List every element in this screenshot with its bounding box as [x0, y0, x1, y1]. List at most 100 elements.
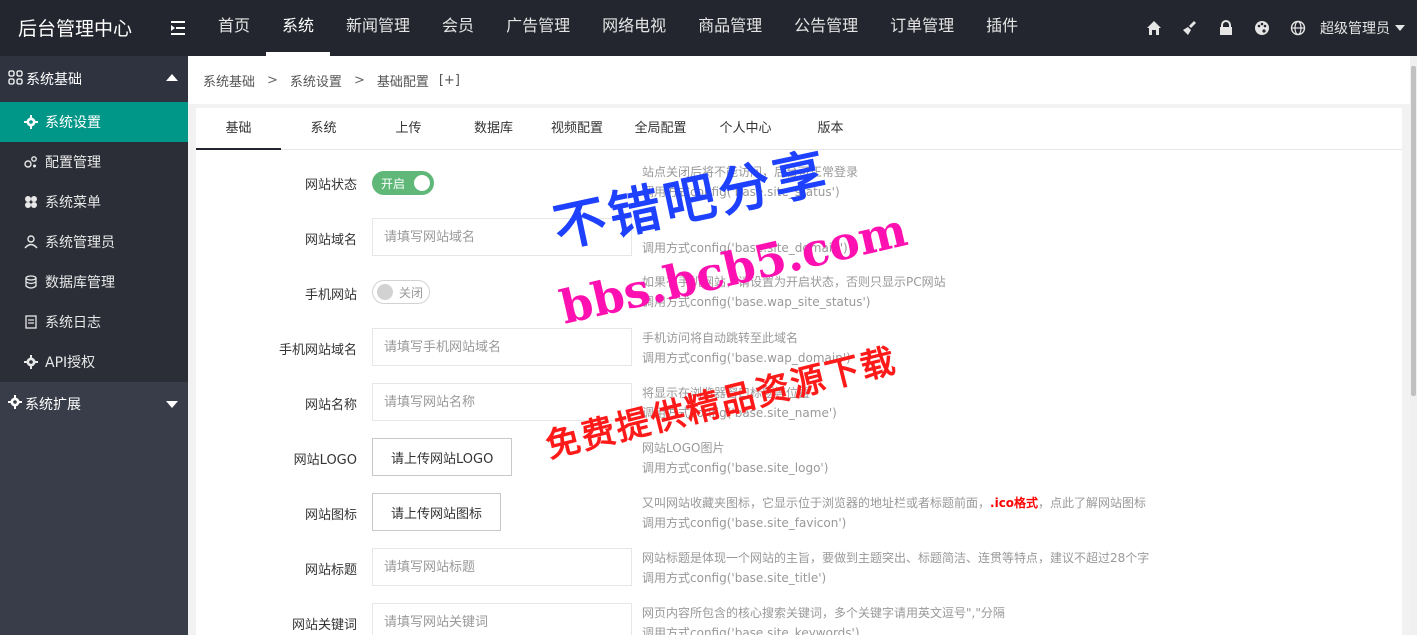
- form-row-site-title: 网站标题 网站标题是体现一个网站的主旨，要做到主题突出、标题简洁、连贯等特点，建…: [196, 548, 1402, 588]
- nav-item-tv[interactable]: 网络电视: [586, 0, 682, 56]
- sidebar-item-label: 系统菜单: [45, 195, 101, 211]
- scrollbar-thumb[interactable]: [1411, 66, 1416, 396]
- ico-format-highlight: .ico格式: [990, 496, 1039, 510]
- help-code: 调用方式config('base.site_title'): [642, 571, 827, 585]
- sidebar-item-label: 系统日志: [45, 315, 101, 331]
- nav-item-products[interactable]: 商品管理: [682, 0, 778, 56]
- nav-item-news[interactable]: 新闻管理: [330, 0, 426, 56]
- menu-icon: [24, 195, 38, 209]
- breadcrumb-item[interactable]: 系统设置: [290, 71, 342, 90]
- brand-title: 后台管理中心: [18, 18, 133, 40]
- wap-site-switch[interactable]: 关闭: [372, 280, 430, 304]
- sidebar-item-system-settings[interactable]: 系统设置: [0, 102, 188, 142]
- help-code: 调用方式config('base.wap_site_status'): [642, 295, 871, 309]
- breadcrumb-item[interactable]: 系统基础: [203, 71, 255, 90]
- lock-icon[interactable]: [1208, 10, 1244, 46]
- nav-item-ads[interactable]: 广告管理: [490, 0, 586, 56]
- scrollbar[interactable]: [1410, 56, 1417, 635]
- top-bar: 后台管理中心 首页 系统 新闻管理 会员 广告管理 网络电视 商品管理 公告管理…: [0, 0, 1417, 56]
- switch-text: 开启: [381, 176, 406, 191]
- nav-item-plugins[interactable]: 插件: [970, 0, 1034, 56]
- sidebar-item-menu[interactable]: 系统菜单: [0, 182, 188, 222]
- admin-menu[interactable]: 超级管理员: [1320, 18, 1405, 38]
- grid-icon: [8, 69, 23, 89]
- tab-basic[interactable]: 基础: [196, 108, 281, 150]
- sidebar-group-system-ext[interactable]: 系统扩展: [0, 382, 188, 426]
- sidebar-item-admins[interactable]: 系统管理员: [0, 222, 188, 262]
- upload-favicon-button[interactable]: 请上传网站图标: [372, 493, 502, 531]
- broom-icon[interactable]: [1172, 10, 1208, 46]
- form-row-site-logo: 网站LOGO 请上传网站LOGO 网站LOGO图片 调用方式config('ba…: [196, 438, 1402, 478]
- settings-tabs: 基础 系统 上传 数据库 视频配置 全局配置 个人中心 版本: [196, 108, 1402, 150]
- api-gear-icon: [24, 355, 38, 369]
- breadcrumb-separator: >: [267, 72, 278, 88]
- field-label: 手机网站域名: [278, 343, 357, 358]
- nav-item-orders[interactable]: 订单管理: [874, 0, 970, 56]
- help-code: 调用方式config('base.site_keywords'): [642, 626, 860, 635]
- field-label: 网站标题: [304, 563, 357, 578]
- sidebar-item-api[interactable]: API授权: [0, 342, 188, 382]
- gear-icon: [8, 395, 22, 413]
- chevron-down-icon: [1395, 25, 1405, 31]
- tab-global[interactable]: 全局配置: [618, 108, 703, 150]
- form-row-site-keywords: 网站关键词 网页内容所包含的核心搜索关键词，多个关键字请用英文逗号","分隔 调…: [196, 603, 1402, 635]
- sidebar-group-label: 系统基础: [26, 72, 82, 88]
- breadcrumb-separator: >: [353, 72, 365, 88]
- nav-item-notices[interactable]: 公告管理: [778, 0, 874, 56]
- globe-icon[interactable]: [1280, 10, 1316, 46]
- favicon-help-link[interactable]: ，点此了解网站图标: [1038, 496, 1146, 510]
- field-label: 网站域名: [304, 233, 357, 248]
- site-name-input[interactable]: [372, 383, 632, 421]
- gear-icon: [24, 115, 38, 129]
- form-row-site-domain: 网站域名 调用方式config('base.site_domain'): [196, 218, 1402, 258]
- sidebar-item-config[interactable]: 配置管理: [0, 142, 188, 182]
- help-code: 调用方式config('base.site_domain'): [642, 241, 848, 255]
- site-keywords-input[interactable]: [372, 603, 632, 635]
- help-text: 又叫网站收藏夹图标，它显示位于浏览器的地址栏或者标题前面，.ico格式，点此了解…: [642, 493, 1146, 513]
- database-icon: [24, 275, 38, 289]
- help-code: 调用方式config('base.wap_domain'): [642, 351, 851, 365]
- site-status-switch[interactable]: 开启: [372, 171, 434, 195]
- form-row-site-name: 网站名称 将显示在浏览器窗口标题等位置 调用方式config('base.sit…: [196, 383, 1402, 423]
- form-row-wap-domain: 手机网站域名 手机访问将自动跳转至此域名 调用方式config('base.wa…: [196, 328, 1402, 368]
- breadcrumb: 系统基础 > 系统设置 > 基础配置 [+]: [188, 56, 1410, 104]
- site-domain-input[interactable]: [372, 218, 632, 256]
- field-label: 网站LOGO: [293, 453, 357, 468]
- breadcrumb-item[interactable]: 基础配置: [377, 71, 429, 90]
- tab-upload[interactable]: 上传: [366, 108, 451, 150]
- help-text-part: 又叫网站收藏夹图标，它显示位于浏览器的地址栏或者标题前面，: [642, 496, 991, 510]
- wap-domain-input[interactable]: [372, 328, 632, 366]
- help-text: 网页内容所包含的核心搜索关键词，多个关键字请用英文逗号","分隔: [642, 606, 1005, 620]
- sidebar-item-logs[interactable]: 系统日志: [0, 302, 188, 342]
- tab-database[interactable]: 数据库: [451, 108, 536, 150]
- home-icon[interactable]: [1136, 10, 1172, 46]
- switch-text: 关闭: [399, 285, 424, 300]
- tab-video[interactable]: 视频配置: [536, 108, 618, 150]
- nav-item-members[interactable]: 会员: [426, 0, 490, 56]
- tab-personal[interactable]: 个人中心: [703, 108, 788, 150]
- collapse-menu-icon[interactable]: [166, 16, 190, 40]
- help-code: 调用方式config('base.site_name'): [642, 406, 837, 420]
- help-code: 调用方式config('base.site_favicon'): [642, 516, 847, 530]
- field-label: 网站状态: [304, 178, 357, 193]
- tab-system[interactable]: 系统: [281, 108, 366, 150]
- sidebar-item-label: 配置管理: [45, 155, 101, 171]
- upload-logo-button[interactable]: 请上传网站LOGO: [372, 438, 513, 476]
- help-text: 手机访问将自动跳转至此域名: [642, 331, 799, 345]
- switch-knob: [414, 175, 430, 191]
- sidebar-group-system-basic[interactable]: 系统基础: [0, 56, 188, 102]
- switch-knob: [377, 284, 393, 300]
- breadcrumb-add[interactable]: [+]: [439, 73, 460, 88]
- chevron-up-icon: [166, 74, 178, 81]
- sidebar-item-database[interactable]: 数据库管理: [0, 262, 188, 302]
- nav-item-system[interactable]: 系统: [266, 0, 331, 56]
- palette-icon[interactable]: [1244, 10, 1280, 46]
- field-label: 网站图标: [304, 508, 357, 523]
- site-title-input[interactable]: [372, 548, 632, 586]
- tab-version[interactable]: 版本: [788, 108, 873, 150]
- field-label: 网站关键词: [291, 618, 357, 633]
- top-nav: 首页 系统 新闻管理 会员 广告管理 网络电视 商品管理 公告管理 订单管理 插…: [202, 0, 1034, 56]
- nav-item-home[interactable]: 首页: [202, 0, 266, 56]
- sidebar-item-label: 系统设置: [45, 115, 101, 131]
- form-row-site-status: 网站状态 开启 站点关闭后将不能访问，后台可正常登录 调用方式config('b…: [196, 162, 1402, 212]
